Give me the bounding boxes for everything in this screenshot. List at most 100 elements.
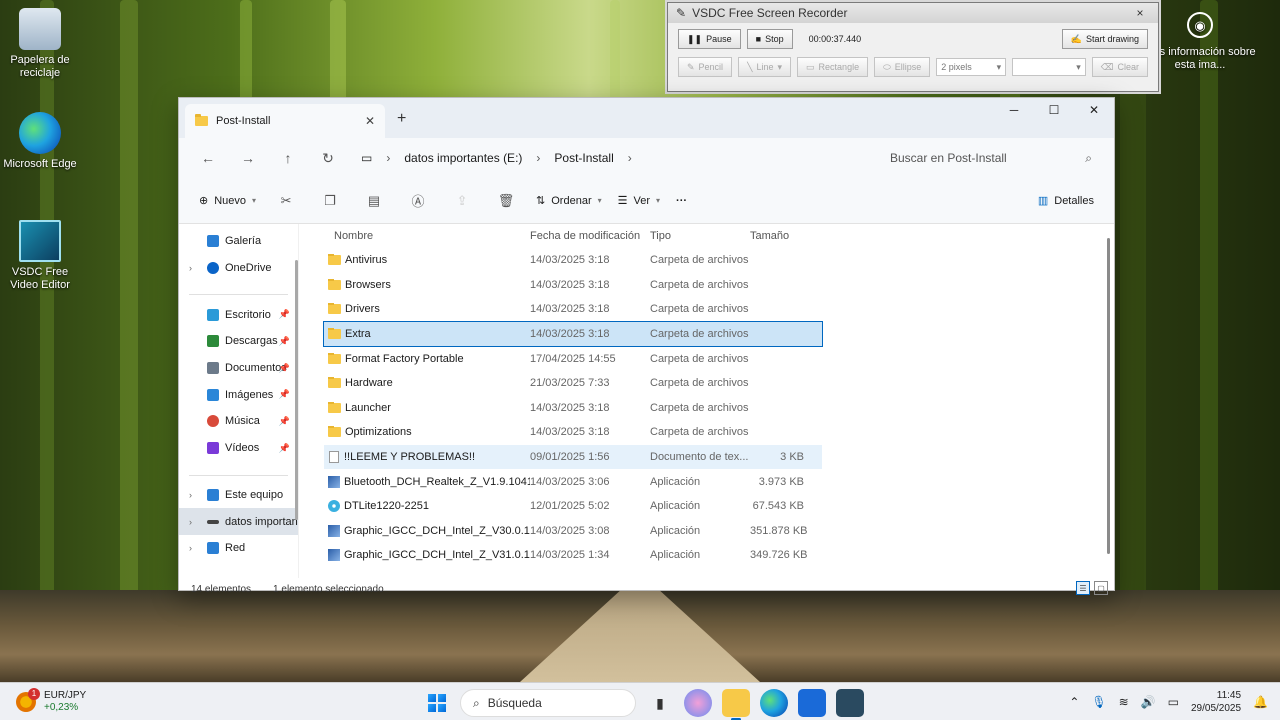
new-button[interactable]: ⊕ Nuevo ▾: [193, 186, 262, 216]
wifi-icon[interactable]: ≋: [1119, 695, 1129, 709]
vsdc-close-button[interactable]: ×: [1122, 6, 1158, 20]
sort-button[interactable]: ⇅ Ordenar ▾: [530, 186, 608, 216]
edge-shortcut[interactable]: Microsoft Edge: [0, 112, 80, 171]
nav-item-documentos[interactable]: Documentos 📌: [179, 355, 298, 382]
microphone-icon[interactable]: 🎙: [1091, 695, 1106, 709]
task-view-icon[interactable]: ▮: [646, 689, 674, 717]
table-row[interactable]: !!LEEME Y PROBLEMAS!! 09/01/2025 1:56 Docu…: [324, 444, 822, 470]
nav-item-onedrive[interactable]: › OneDrive: [179, 255, 298, 282]
table-row[interactable]: DTLite1220-2251 12/01/2025 5:02 Aplicación…: [324, 494, 822, 519]
details-view-button[interactable]: ☰: [1076, 581, 1090, 595]
spotlight-info[interactable]: ◉ Más información sobre esta ima...: [1144, 12, 1256, 72]
nav-item-este-equipo[interactable]: › Este equipo: [179, 482, 298, 509]
table-row[interactable]: Extra 14/03/2025 3:18 Carpeta de archivos: [323, 320, 823, 348]
maximize-button[interactable]: ☐: [1034, 98, 1074, 122]
vsdc-taskbar-icon[interactable]: [836, 689, 864, 717]
forward-button[interactable]: →: [231, 144, 265, 172]
nav-item-datos-importantes[interactable]: › datos importantes: [179, 508, 298, 535]
paste-button[interactable]: ▤: [354, 186, 394, 216]
breadcrumb-folder[interactable]: Post-Install: [554, 151, 613, 165]
file-date: 21/03/2025 7:33: [530, 377, 610, 390]
start-button[interactable]: [424, 690, 450, 716]
table-row[interactable]: Browsers 14/03/2025 3:18 Carpeta de archiv…: [324, 273, 822, 298]
chevron-right-icon[interactable]: ›: [189, 517, 192, 527]
table-row[interactable]: Launcher 14/03/2025 3:18 Carpeta de archiv…: [324, 396, 822, 421]
table-row[interactable]: Hardware 21/03/2025 7:33 Carpeta de archiv…: [324, 371, 822, 396]
vsdc-ellipse-button[interactable]: ⬭ Ellipse: [874, 57, 931, 77]
nav-item-imagenes[interactable]: Imágenes 📌: [179, 381, 298, 408]
taskbar-search[interactable]: ⌕ Búsqueda: [460, 689, 636, 717]
more-options-button[interactable]: ···: [670, 186, 693, 216]
table-row[interactable]: Graphic_IGCC_DCH_Intel_Z_V30.0.101.166..…: [324, 519, 822, 544]
nav-label: OneDrive: [225, 262, 272, 275]
breadcrumb-drive[interactable]: datos importantes (E:): [404, 151, 522, 165]
table-row[interactable]: Format Factory Portable 17/04/2025 14:55 C…: [324, 346, 822, 371]
delete-button[interactable]: 🗑: [486, 186, 526, 216]
table-row[interactable]: Graphic_IGCC_DCH_Intel_Z_V31.0.101.425..…: [324, 543, 822, 568]
nav-item-descargas[interactable]: Descargas 📌: [179, 328, 298, 355]
line-icon: ╲: [747, 61, 753, 72]
recycle-bin-icon[interactable]: Papelera de reciclaje: [0, 8, 80, 80]
nav-scrollbar[interactable]: [295, 260, 298, 520]
copilot-icon[interactable]: [684, 689, 712, 717]
pin-icon: 📌: [278, 362, 290, 373]
column-type[interactable]: Tipo: [650, 230, 750, 242]
cloud-icon: [207, 262, 219, 275]
table-row[interactable]: Drivers 14/03/2025 3:18 Carpeta de archivo…: [324, 297, 822, 322]
vsdc-start-drawing-button[interactable]: ✍ Start drawing: [1061, 29, 1148, 49]
nav-item-musica[interactable]: Música 📌: [179, 408, 298, 435]
tab-post-install[interactable]: Post-Install ✕: [185, 104, 385, 138]
chevron-right-icon[interactable]: ›: [189, 490, 192, 500]
nav-item-videos[interactable]: Vídeos 📌: [179, 435, 298, 462]
vsdc-pause-button[interactable]: ❚❚ Pause: [678, 29, 741, 49]
file-explorer-window: Post-Install ✕ + ─ ☐ ✕ ← → ↑ ↻ ▭ › datos…: [178, 97, 1115, 595]
up-button[interactable]: ↑: [271, 144, 305, 172]
new-tab-button[interactable]: +: [397, 110, 406, 128]
table-row[interactable]: Optimizations 14/03/2025 3:18 Carpeta de a…: [324, 420, 822, 445]
details-button[interactable]: ▥ Detalles: [1032, 186, 1100, 216]
minimize-button[interactable]: ─: [994, 98, 1034, 122]
search-input[interactable]: Buscar en Post-Install ⌕: [880, 144, 1102, 172]
cut-button[interactable]: ✂: [266, 186, 306, 216]
widgets-button[interactable]: 1 EUR/JPY +0,23%: [0, 687, 200, 714]
vsdc-color-select[interactable]: ▾: [1012, 58, 1086, 76]
column-date[interactable]: Fecha de modificación: [530, 230, 650, 242]
table-row[interactable]: Antivirus 14/03/2025 3:18 Carpeta de archi…: [324, 248, 822, 273]
monitor-icon: ▭: [361, 151, 373, 165]
vsdc-line-button[interactable]: ╲ Line ▾: [738, 57, 792, 77]
vsdc-editor-shortcut[interactable]: VSDC Free Video Editor: [0, 220, 80, 292]
chevron-right-icon[interactable]: ›: [189, 543, 192, 553]
battery-icon[interactable]: ▭: [1168, 695, 1179, 709]
view-button[interactable]: ☰ Ver ▾: [612, 186, 666, 216]
store-icon[interactable]: [798, 689, 826, 717]
table-row[interactable]: Bluetooth_DCH_Realtek_Z_V1.9.1041.300...…: [324, 469, 822, 494]
copy-button[interactable]: ❐: [310, 186, 350, 216]
close-tab-icon[interactable]: ✕: [365, 114, 375, 128]
chevron-up-icon[interactable]: ⌃: [1069, 695, 1079, 709]
nav-item-galeria[interactable]: Galería: [179, 228, 298, 255]
tiles-view-button[interactable]: ▢: [1094, 581, 1108, 595]
column-size[interactable]: Tamaño: [750, 230, 808, 242]
back-button[interactable]: ←: [191, 144, 225, 172]
column-name[interactable]: Nombre: [324, 230, 530, 242]
volume-icon[interactable]: 🔊: [1141, 695, 1156, 709]
refresh-button[interactable]: ↻: [311, 144, 345, 172]
vsdc-pixels-select[interactable]: 2 pixels ▾: [936, 58, 1007, 76]
nav-item-escritorio[interactable]: Escritorio 📌: [179, 301, 298, 328]
file-list-scrollbar[interactable]: [1107, 238, 1110, 554]
clock[interactable]: 11:45 29/05/2025: [1191, 689, 1241, 715]
breadcrumb[interactable]: ▭ › datos importantes (E:) › Post-Instal…: [361, 151, 874, 165]
rename-button[interactable]: Ⓐ: [398, 186, 438, 216]
edge-icon[interactable]: [760, 689, 788, 717]
vsdc-clear-button[interactable]: ⌫ Clear: [1091, 57, 1148, 77]
close-window-button[interactable]: ✕: [1074, 98, 1114, 122]
chevron-right-icon[interactable]: ›: [189, 263, 192, 273]
vsdc-pencil-button[interactable]: ✎ Pencil: [678, 57, 733, 77]
share-button[interactable]: ⇪: [442, 186, 482, 216]
vsdc-rectangle-button[interactable]: ▭ Rectangle: [797, 57, 869, 77]
file-explorer-icon[interactable]: [722, 689, 750, 720]
vsdc-stop-button[interactable]: ■ Stop: [746, 29, 793, 49]
file-name: Extra: [345, 328, 371, 341]
nav-item-red[interactable]: › Red: [179, 535, 298, 562]
notifications-icon[interactable]: 🔔: [1253, 695, 1268, 709]
